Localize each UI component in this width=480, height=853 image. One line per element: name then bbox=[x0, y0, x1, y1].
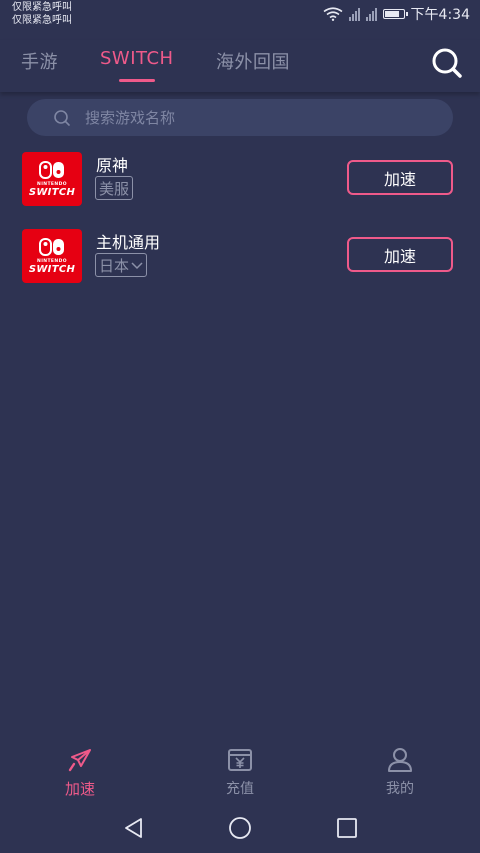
home-icon[interactable] bbox=[228, 816, 252, 840]
nintendo-switch-logo-icon: NINTENDO SWITCH bbox=[22, 152, 82, 206]
game-list-item: NINTENDO SWITCH 原神 美服 加速 bbox=[0, 152, 480, 212]
logo-switch-text: SWITCH bbox=[28, 187, 76, 198]
system-nav-bar bbox=[0, 804, 480, 853]
region-label: 日本 bbox=[99, 256, 130, 275]
nav-item-profile[interactable]: 我的 bbox=[350, 746, 450, 798]
joycon-icon bbox=[39, 161, 64, 179]
region-tag: 美服 bbox=[95, 176, 134, 200]
tab-mobile-games[interactable]: 手游 bbox=[21, 48, 58, 74]
tab-active-indicator bbox=[119, 79, 155, 82]
nintendo-switch-logo-icon: NINTENDO SWITCH bbox=[22, 229, 82, 283]
game-list-item: NINTENDO SWITCH 主机通用 日本 加速 bbox=[0, 229, 480, 289]
joycon-icon bbox=[39, 238, 64, 256]
carrier-text-2: 仅限紧急呼叫 bbox=[12, 15, 72, 26]
user-icon bbox=[388, 748, 412, 772]
carrier-text-1: 仅限紧急呼叫 bbox=[12, 2, 72, 13]
region-dropdown[interactable]: 日本 bbox=[95, 253, 148, 277]
search-icon[interactable] bbox=[430, 46, 464, 80]
carrier-info: 仅限紧急呼叫 仅限紧急呼叫 bbox=[12, 1, 72, 27]
signal-2-icon bbox=[365, 7, 377, 21]
bottom-nav-bar: 加速 充值 我的 bbox=[0, 738, 480, 804]
nav-item-recharge[interactable]: 充值 bbox=[190, 746, 290, 798]
game-search-bar[interactable] bbox=[27, 99, 453, 136]
logo-switch-text: SWITCH bbox=[28, 264, 76, 275]
recent-apps-icon[interactable] bbox=[335, 816, 359, 840]
nav-item-accelerate[interactable]: 加速 bbox=[30, 746, 130, 799]
back-icon[interactable] bbox=[122, 816, 146, 840]
nav-label: 加速 bbox=[64, 780, 95, 798]
signal-1-icon bbox=[348, 7, 360, 21]
status-time: 下午4:34 bbox=[410, 7, 470, 23]
top-tab-bar: 手游 SWITCH 海外回国 bbox=[0, 40, 480, 92]
accelerate-button[interactable]: 加速 bbox=[347, 237, 453, 272]
status-bar: 仅限紧急呼叫 仅限紧急呼叫 下午4:34 bbox=[0, 0, 480, 28]
status-icons: 下午4:34 bbox=[323, 5, 470, 23]
game-name: 主机通用 bbox=[96, 233, 161, 252]
tab-overseas-return[interactable]: 海外回国 bbox=[216, 48, 290, 74]
wifi-icon bbox=[323, 7, 343, 21]
search-icon bbox=[54, 109, 70, 126]
game-name: 原神 bbox=[96, 156, 129, 175]
search-input[interactable] bbox=[83, 107, 407, 128]
wallet-yen-icon bbox=[228, 749, 252, 771]
nav-label: 充值 bbox=[226, 781, 254, 797]
accelerate-button[interactable]: 加速 bbox=[347, 160, 453, 195]
nav-label: 我的 bbox=[386, 781, 414, 797]
battery-icon bbox=[382, 9, 408, 19]
chevron-down-icon bbox=[131, 262, 143, 270]
region-label: 美服 bbox=[99, 179, 130, 198]
rocket-icon bbox=[68, 749, 91, 772]
tab-switch[interactable]: SWITCH bbox=[100, 48, 174, 69]
